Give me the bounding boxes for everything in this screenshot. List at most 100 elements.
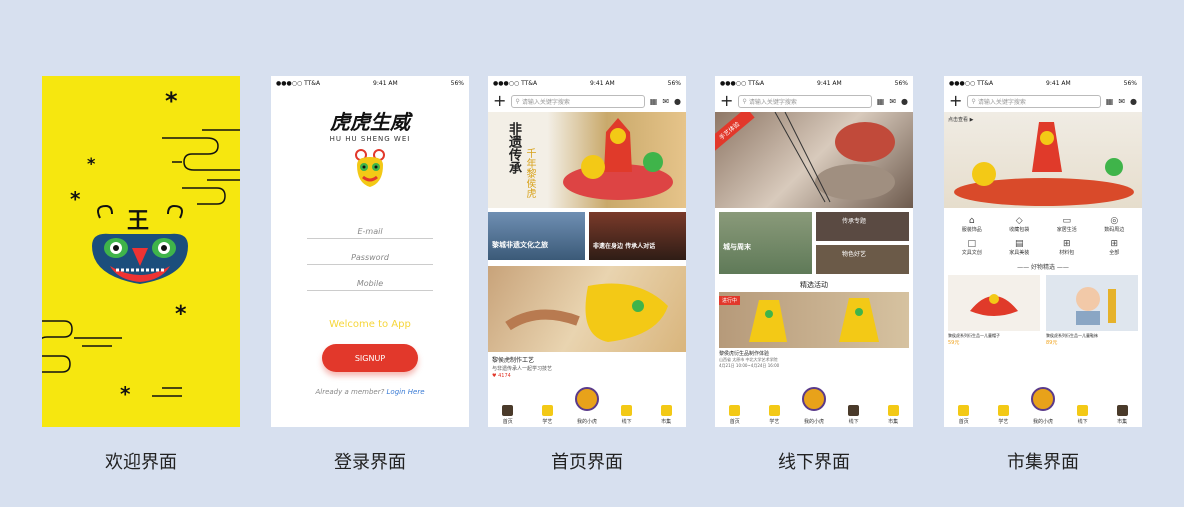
event-card[interactable]: 进行中 黎侯虎衍生品制作体验 山西省 太原市 中北大学艺术学院 4月21日 10… xyxy=(719,292,909,369)
market-banner[interactable]: 点击查看 ▶ xyxy=(944,112,1142,208)
card-craft[interactable]: 物色好艺 xyxy=(816,245,909,274)
email-field[interactable]: E-mail xyxy=(307,227,433,239)
tab-bar: 首页 学艺 我的小虎 线下 市集 xyxy=(944,387,1142,427)
search-input[interactable]: ⚲ 请输入关键字搜索 xyxy=(738,94,872,108)
tab-learn[interactable]: 学艺 xyxy=(988,405,1018,425)
message-icon[interactable]: ✉ xyxy=(662,97,669,106)
tab-market[interactable]: 市集 xyxy=(1107,405,1137,425)
home-icon: ▭ xyxy=(1062,216,1071,226)
tab-offline[interactable]: 线下 xyxy=(612,405,642,425)
tab-home[interactable]: 首页 xyxy=(493,405,523,425)
tab-label: 市集 xyxy=(1117,419,1128,425)
message-icon[interactable]: ✉ xyxy=(889,97,896,106)
home-icon xyxy=(502,405,514,416)
tab-learn[interactable]: 学艺 xyxy=(759,405,789,425)
category-item[interactable]: ⊞ 全部 xyxy=(1091,239,1139,256)
offline-banner[interactable]: 手艺体验 xyxy=(715,112,913,208)
tab-offline[interactable]: 线下 xyxy=(839,405,869,425)
card-title: 物色好艺 xyxy=(842,251,867,258)
search-placeholder: 请输入关键字搜索 xyxy=(521,98,570,106)
category-label: 家居生活 xyxy=(1056,227,1077,233)
category-item[interactable]: ⊞ 材料包 xyxy=(1043,239,1091,256)
category-item[interactable]: □ 文具文创 xyxy=(948,239,996,256)
cart-icon[interactable]: ▦ xyxy=(1106,97,1114,106)
section-label: 好物精选 xyxy=(1030,264,1055,271)
offline-cards: 城与周末 传承专题 物色好艺 xyxy=(715,208,913,278)
user-icon[interactable]: ● xyxy=(901,97,908,106)
card-weekend[interactable]: 城与周末 xyxy=(719,212,812,274)
user-icon[interactable]: ● xyxy=(674,97,681,106)
battery-label: 56% xyxy=(667,79,681,87)
home-icon xyxy=(729,405,741,416)
caption-welcome: 欢迎界面 xyxy=(105,452,177,473)
category-label: 文具文创 xyxy=(961,250,982,256)
tab-market[interactable]: 市集 xyxy=(878,405,908,425)
card-inheritor-talk[interactable]: 非遗在身边 传承人对话 xyxy=(589,212,686,260)
banner-subtitle: 千年黎侯虎 xyxy=(524,148,535,198)
tab-learn[interactable]: 学艺 xyxy=(532,405,562,425)
download-icon xyxy=(1077,405,1089,416)
card-culture-trip[interactable]: 黎城非遗文化之旅 xyxy=(488,212,585,260)
home-banner[interactable]: 非遗传承 千年黎侯虎 xyxy=(488,112,686,208)
product-card[interactable]: 黎侯虎系列衍生品—儿童鞋袜 89元 xyxy=(1046,275,1138,346)
add-icon[interactable]: + xyxy=(949,93,962,109)
user-icon[interactable]: ● xyxy=(1130,97,1137,106)
add-icon[interactable]: + xyxy=(720,93,733,109)
category-label: 全部 xyxy=(1109,250,1120,256)
tiger-icon xyxy=(574,387,599,411)
section-title: 精选活动 xyxy=(800,281,828,289)
tab-offline[interactable]: 线下 xyxy=(1068,405,1098,425)
tab-market[interactable]: 市集 xyxy=(651,405,681,425)
tab-my-tiger[interactable]: 我的小虎 xyxy=(572,387,602,425)
login-screen: ●●●○○ TT&A 9:41 AM 56% 虎虎生威 HU HU SHENG … xyxy=(271,76,469,427)
heart-icon: ♥ xyxy=(492,373,497,379)
tab-my-tiger[interactable]: 我的小虎 xyxy=(1028,387,1058,425)
event-image: 进行中 xyxy=(719,292,909,348)
svg-text:*: * xyxy=(70,187,81,211)
cart-icon[interactable]: ▦ xyxy=(650,97,658,106)
learn-icon xyxy=(997,405,1009,416)
tab-home[interactable]: 首页 xyxy=(720,405,750,425)
message-icon[interactable]: ✉ xyxy=(1118,97,1125,106)
feature-title: 黎侯虎制作工艺 xyxy=(492,357,535,364)
category-item[interactable]: ▤ 家具美装 xyxy=(996,239,1044,256)
password-field[interactable]: Password xyxy=(307,253,433,265)
tiger-icon xyxy=(801,387,826,411)
add-icon[interactable]: + xyxy=(493,93,506,109)
category-item[interactable]: ◎ 数码周边 xyxy=(1091,216,1139,233)
cart-icon[interactable]: ▦ xyxy=(877,97,885,106)
category-item[interactable]: ◇ 收藏包袋 xyxy=(996,216,1044,233)
event-tiger-image xyxy=(749,298,879,342)
category-item[interactable]: ⌂ 服装饰品 xyxy=(948,216,996,233)
product-price: 89元 xyxy=(1046,340,1058,346)
battery-label: 56% xyxy=(1123,79,1137,87)
bag-icon xyxy=(1116,405,1128,416)
welcome-illustration: * * * * * 王 xyxy=(42,87,240,406)
feature-meta: ♥ 4174 xyxy=(488,373,686,379)
tab-label: 首页 xyxy=(502,419,513,425)
login-prompt: Already a member? Login Here xyxy=(271,388,469,396)
search-icon: ⚲ xyxy=(515,97,520,105)
tab-home[interactable]: 首页 xyxy=(949,405,979,425)
category-item[interactable]: ▭ 家居生活 xyxy=(1043,216,1091,233)
bag-icon xyxy=(660,405,672,416)
signup-button[interactable]: SIGNUP xyxy=(322,344,418,372)
welcome-text: Welcome to App xyxy=(329,319,411,330)
product-card[interactable]: 黎侯虎系列衍生品—儿童帽子 59元 xyxy=(948,275,1040,346)
mobile-field[interactable]: Mobile xyxy=(307,279,433,291)
feature-card[interactable]: 黎侯虎制作工艺 与非遗传承人一起学习技艺 ♥ 4174 xyxy=(488,266,686,379)
learn-icon xyxy=(768,405,780,416)
tab-label: 我的小虎 xyxy=(803,419,824,425)
tab-label: 线下 xyxy=(848,419,859,425)
search-input[interactable]: ⚲ 请输入关键字搜索 xyxy=(967,94,1101,108)
card-title: 城与周末 xyxy=(723,243,751,251)
tab-my-tiger[interactable]: 我的小虎 xyxy=(799,387,829,425)
banner-title: 非遗传承 xyxy=(506,122,521,174)
card-topic[interactable]: 传承专题 xyxy=(816,212,909,241)
tab-label: 线下 xyxy=(621,419,632,425)
status-bar: ●●●○○ TT&A 9:41 AM 56% xyxy=(715,76,913,90)
carrier-label: ●●●○○ TT&A xyxy=(276,79,321,87)
search-input[interactable]: ⚲ 请输入关键字搜索 xyxy=(511,94,645,108)
event-tag: 进行中 xyxy=(719,296,741,305)
login-link[interactable]: Login Here xyxy=(387,388,425,396)
